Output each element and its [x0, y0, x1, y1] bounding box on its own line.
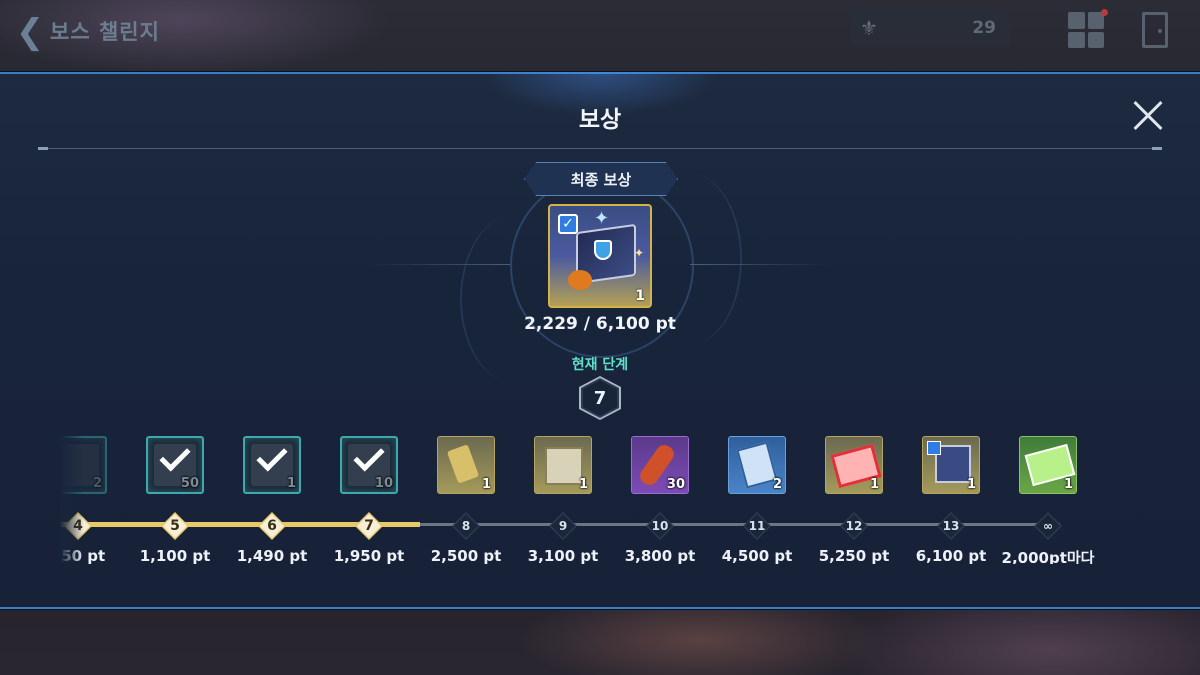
milestone-step: 11 [745, 514, 769, 538]
exit-door-icon[interactable] [1142, 12, 1168, 48]
item-quantity: 10 [374, 476, 393, 491]
milestone-points: 2,000pt마다 [1001, 549, 1095, 564]
green-voucher-icon[interactable]: 1 [1019, 436, 1077, 494]
milestone[interactable]: 1 9 3,100 pt [528, 434, 598, 564]
milestone-node: 9 [549, 512, 577, 540]
milestone-step: 8 [454, 514, 478, 538]
milestone-step: 12 [842, 514, 866, 538]
milestone-node: 6 [258, 512, 286, 540]
key-icon: ⚜ [860, 16, 878, 40]
item-quantity: 30 [666, 477, 685, 492]
reward-item-icon[interactable]: 1 [243, 436, 301, 494]
milestone[interactable]: 1 6 1,490 pt [237, 434, 307, 564]
red-ticket-icon[interactable]: 1 [825, 436, 883, 494]
final-reward-label: 최종 보상 [524, 162, 678, 196]
milestone[interactable]: 1 8 2,500 pt [431, 434, 501, 564]
item-quantity: 50 [180, 476, 199, 491]
milestone[interactable]: 2 11 4,500 pt [722, 434, 792, 564]
milestone-node: 12 [840, 512, 868, 540]
mech-box-icon[interactable]: 1 [922, 436, 980, 494]
milestone-node: 10 [646, 512, 674, 540]
milestone[interactable]: 30 10 3,800 pt [625, 434, 695, 564]
milestone-node: 13 [937, 512, 965, 540]
item-quantity: 2 [92, 476, 102, 491]
item-quantity: 1 [578, 477, 588, 492]
milestone-step: 10 [648, 514, 672, 538]
milestone[interactable]: 1 12 5,250 pt [819, 434, 889, 564]
scroll-icon[interactable]: 1 [437, 436, 495, 494]
item-quantity: 1 [481, 477, 491, 492]
milestone[interactable]: 1 13 6,100 pt [916, 434, 986, 564]
reward-item-icon[interactable]: 10 [340, 436, 398, 494]
milestone-track[interactable]: 2 4 650 pt 50 5 1,100 pt 1 6 1,490 pt [60, 434, 1140, 564]
reward-item-icon[interactable]: 50 [146, 436, 204, 494]
reward-modal: 보상 최종 보상 ✦ ✦ ✓ 1 2,229 / 6,100 pt 현재 단계 … [0, 72, 1200, 609]
pumpkin-icon [568, 270, 592, 290]
decor-line-right [690, 264, 830, 265]
screen-title: 보스 챌린지 [50, 20, 160, 44]
milestone-step: ∞ [1036, 514, 1060, 538]
milestone-step: 9 [551, 514, 575, 538]
key-counter: ⚜ 29 [850, 10, 1010, 46]
milestone-step: 6 [260, 514, 284, 538]
item-quantity: 1 [286, 476, 296, 491]
final-reward-item[interactable]: ✦ ✦ ✓ 1 [548, 204, 652, 308]
close-icon[interactable] [1128, 96, 1168, 136]
milestone[interactable]: 1 ∞ 2,000pt마다 [1002, 434, 1094, 564]
key-count: 29 [972, 18, 996, 38]
back-arrow-icon[interactable]: ❮ [12, 12, 48, 52]
milestone-step: 13 [939, 514, 963, 538]
grid-menu-icon[interactable] [1068, 12, 1104, 48]
milestone-node: 5 [161, 512, 189, 540]
milestone-node: 8 [452, 512, 480, 540]
title-divider [38, 147, 1162, 150]
current-stage-value: 7 [583, 380, 617, 416]
sparkle-icon: ✦ [594, 208, 610, 229]
notification-dot [1101, 9, 1108, 16]
claimed-check-icon: ✓ [558, 214, 578, 234]
item-quantity: 1 [966, 477, 976, 492]
top-bar: ❮ 보스 챌린지 ⚜ 29 [0, 0, 1200, 64]
shield-emblem-icon [594, 240, 612, 260]
decor-line-left [370, 264, 510, 265]
modal-title: 보상 [578, 107, 622, 133]
milestone-step: 7 [357, 514, 381, 538]
item-art [446, 444, 480, 484]
item-art [736, 441, 778, 489]
blueprint-card-icon[interactable]: 2 [728, 436, 786, 494]
crate-icon[interactable]: 1 [534, 436, 592, 494]
points-progress: 2,229 / 6,100 pt [524, 314, 676, 334]
item-quantity: 2 [772, 477, 782, 492]
item-art [545, 447, 583, 485]
item-quantity: 1 [1063, 477, 1073, 492]
milestone[interactable]: 50 5 1,100 pt [140, 434, 210, 564]
milestone-node: ∞ [1034, 512, 1062, 540]
milestone-step: 5 [163, 514, 187, 538]
track-fade-left [60, 434, 84, 564]
final-reward-quantity: 1 [635, 288, 645, 304]
sparkle-icon: ✦ [634, 246, 645, 260]
milestone-node: 7 [355, 512, 383, 540]
cannon-shell-icon[interactable]: 30 [631, 436, 689, 494]
milestone-node: 11 [743, 512, 771, 540]
item-quantity: 1 [869, 477, 879, 492]
current-stage-label: 현재 단계 [571, 357, 629, 373]
milestone[interactable]: 10 7 1,950 pt [334, 434, 404, 564]
claimed-check-icon [927, 441, 941, 455]
